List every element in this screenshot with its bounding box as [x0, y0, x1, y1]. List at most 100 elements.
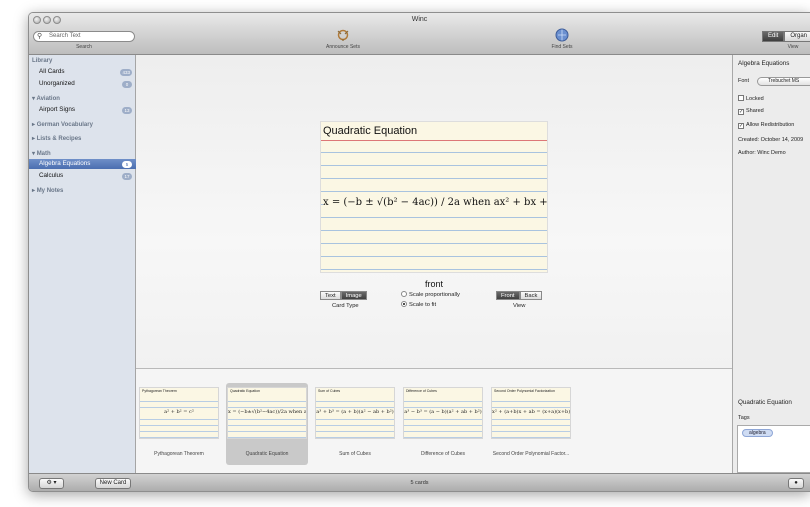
sidebar-group-aviation[interactable]: ▾ Aviation	[32, 95, 60, 102]
announce-sets-icon[interactable]	[336, 28, 350, 42]
shared-checkbox[interactable]: ✓ Shared	[738, 108, 764, 115]
sidebar-item-label: Calculus	[39, 172, 64, 179]
thumbnail-title: Sum of Cubes	[318, 389, 341, 393]
ruled-lines	[404, 396, 482, 438]
checkbox-label: Allow Redistribution	[746, 122, 795, 128]
scale-proportionally-radio[interactable]: Scale proportionally	[401, 291, 460, 298]
radio-label: Scale to fit	[409, 302, 437, 308]
thumbnail-card[interactable]: Difference of Cubes a³ − b³ = (a − b)(a² …	[403, 387, 483, 439]
scale-to-fit-radio[interactable]: Scale to fit	[401, 301, 436, 308]
tag-token[interactable]: algebra	[742, 429, 773, 437]
group-label: My Notes	[36, 188, 64, 194]
sidebar-item-algebra-equations[interactable]: Algebra Equations 5	[29, 159, 136, 169]
sidebar-item-label: Algebra Equations	[39, 160, 91, 167]
ruled-lines	[316, 396, 394, 438]
card-type-switch: Text Image	[320, 291, 367, 300]
thumbnail-title: Quadratic Equation	[230, 389, 260, 393]
ruled-lines	[140, 396, 218, 438]
thumbnail-formula: x² + (a+b)x + ab = (x+a)(x+b)	[492, 409, 570, 415]
card-count: 5 cards	[410, 480, 429, 486]
radio-label: Scale proportionally	[409, 292, 460, 298]
card-formula: x = (−b ± √(b² − 4ac)) / 2a when ax² + b…	[323, 194, 547, 212]
window-title: Winc	[411, 16, 428, 23]
disclosure-triangle-icon: ▾	[32, 151, 36, 157]
font-label: Font	[738, 78, 750, 84]
created-date: Created: October 14, 2009	[738, 137, 804, 143]
locked-checkbox[interactable]: Locked	[738, 95, 764, 102]
sidebar-group-library: Library	[32, 58, 53, 64]
thumbnail-title: Second Order Polynomial Factorization	[494, 389, 555, 393]
image-type-button[interactable]: Image	[340, 291, 367, 300]
sidebar-group-lists[interactable]: ▸ Lists & Recipes	[32, 135, 81, 142]
disclosure-triangle-icon: ▸	[32, 188, 36, 194]
count-badge: 13	[122, 106, 132, 114]
sidebar-item-label: Unorganized	[39, 80, 75, 87]
search-placeholder: Search Text	[49, 33, 81, 39]
count-badge: 5	[122, 160, 132, 168]
sidebar-group-my-notes[interactable]: ▸ My Notes	[32, 187, 63, 194]
front-button[interactable]: Front	[496, 291, 520, 300]
mode-switch: Edit Organ	[762, 31, 810, 42]
thumbnail-card[interactable]: Second Order Polynomial Factorization x² …	[491, 387, 571, 439]
thumbnail-label: Pythagorean Theorem	[154, 451, 204, 457]
checkmark-icon: ✓	[738, 109, 744, 115]
sidebar-group-german[interactable]: ▸ German Vocabulary	[32, 121, 93, 128]
thumbnail-formula: a³ − b³ = (a − b)(a² + ab + b²)	[404, 409, 482, 415]
card-name: Quadratic Equation	[738, 399, 792, 406]
card-editor: Quadratic Equation x = (−b ± √(b² − 4ac)…	[136, 55, 732, 368]
search-input[interactable]: ⚲ Search Text	[33, 31, 135, 42]
card-side-label: front	[424, 279, 443, 289]
count-badge: 0	[122, 80, 132, 88]
sidebar-item-all-cards[interactable]: All Cards 433	[29, 67, 136, 77]
radio-on-icon	[401, 301, 407, 307]
view-label: View	[787, 44, 799, 50]
edit-mode-button[interactable]: Edit	[762, 31, 785, 42]
sidebar-item-label: All Cards	[39, 68, 65, 75]
sidebar-item-calculus[interactable]: Calculus 17	[29, 171, 136, 181]
app-window: Winc ⚲ Search Text Search Announce Sets …	[28, 12, 810, 492]
font-picker-button[interactable]: Trebuchet MS	[757, 77, 810, 86]
checkbox-label: Locked	[746, 96, 764, 102]
info-icon: ●	[794, 480, 798, 486]
back-button[interactable]: Back	[519, 291, 543, 300]
bottom-bar: ⚙ ▾ New Card 5 cards ●	[29, 473, 810, 491]
tags-field[interactable]: algebra	[737, 425, 810, 473]
inspector-panel: Algebra Equations Font Trebuchet MS Lock…	[732, 55, 810, 473]
card-type-label: Card Type	[332, 303, 359, 309]
thumbnail-card[interactable]: Pythagorean Theorem a² + b² = c²	[139, 387, 219, 439]
sidebar: Library All Cards 433 Unorganized 0 ▾ Avia…	[29, 55, 136, 473]
author: Author: Winc Demo	[738, 150, 786, 156]
set-name: Algebra Equations	[738, 60, 790, 67]
sidebar-item-unorganized[interactable]: Unorganized 0	[29, 79, 136, 89]
view-side-switch: Front Back	[496, 291, 543, 300]
checkmark-icon: ✓	[738, 123, 744, 129]
count-badge: 433	[120, 68, 132, 76]
thumbnail-label: Sum of Cubes	[339, 451, 371, 457]
header-line	[321, 140, 547, 141]
flash-card[interactable]: Quadratic Equation x = (−b ± √(b² − 4ac)…	[320, 121, 548, 273]
allow-redistribution-checkbox[interactable]: ✓ Allow Redistribution	[738, 122, 794, 129]
card-title: Quadratic Equation	[323, 125, 418, 137]
card-strip: Pythagorean Theorem a² + b² = c² Pythagor…	[136, 368, 732, 473]
organize-mode-button[interactable]: Organ	[784, 31, 810, 42]
checkbox-label: Shared	[746, 108, 764, 114]
announce-sets-label: Announce Sets	[326, 44, 360, 50]
find-sets-icon[interactable]	[555, 28, 569, 42]
group-label: Math	[36, 151, 51, 157]
sidebar-group-math[interactable]: ▾ Math	[32, 150, 51, 157]
thumbnail-card[interactable]: Sum of Cubes a³ + b³ = (a + b)(a² − ab + …	[315, 387, 395, 439]
sidebar-item-airport-signs[interactable]: Airport Signs 13	[29, 105, 136, 115]
ruled-lines	[492, 396, 570, 438]
tags-label: Tags	[738, 415, 750, 421]
search-label: Search	[76, 44, 92, 50]
view-side-label: View	[513, 303, 526, 309]
thumbnail-card[interactable]: Quadratic Equation x = (−b±√(b²−4ac))/2a …	[227, 387, 307, 439]
thumbnail-formula: a³ + b³ = (a + b)(a² − ab + b²)	[316, 409, 394, 415]
text-type-button[interactable]: Text	[320, 291, 341, 300]
info-button[interactable]: ●	[788, 478, 804, 489]
disclosure-triangle-icon: ▸	[32, 136, 36, 142]
checkbox-icon	[738, 95, 744, 101]
thumbnail-formula: x = (−b±√(b²−4ac))/2a when ax²+bx+c=0	[228, 409, 306, 415]
thumbnail-formula: a² + b² = c²	[140, 409, 218, 415]
thumbnail-title: Difference of Cubes	[406, 389, 437, 393]
